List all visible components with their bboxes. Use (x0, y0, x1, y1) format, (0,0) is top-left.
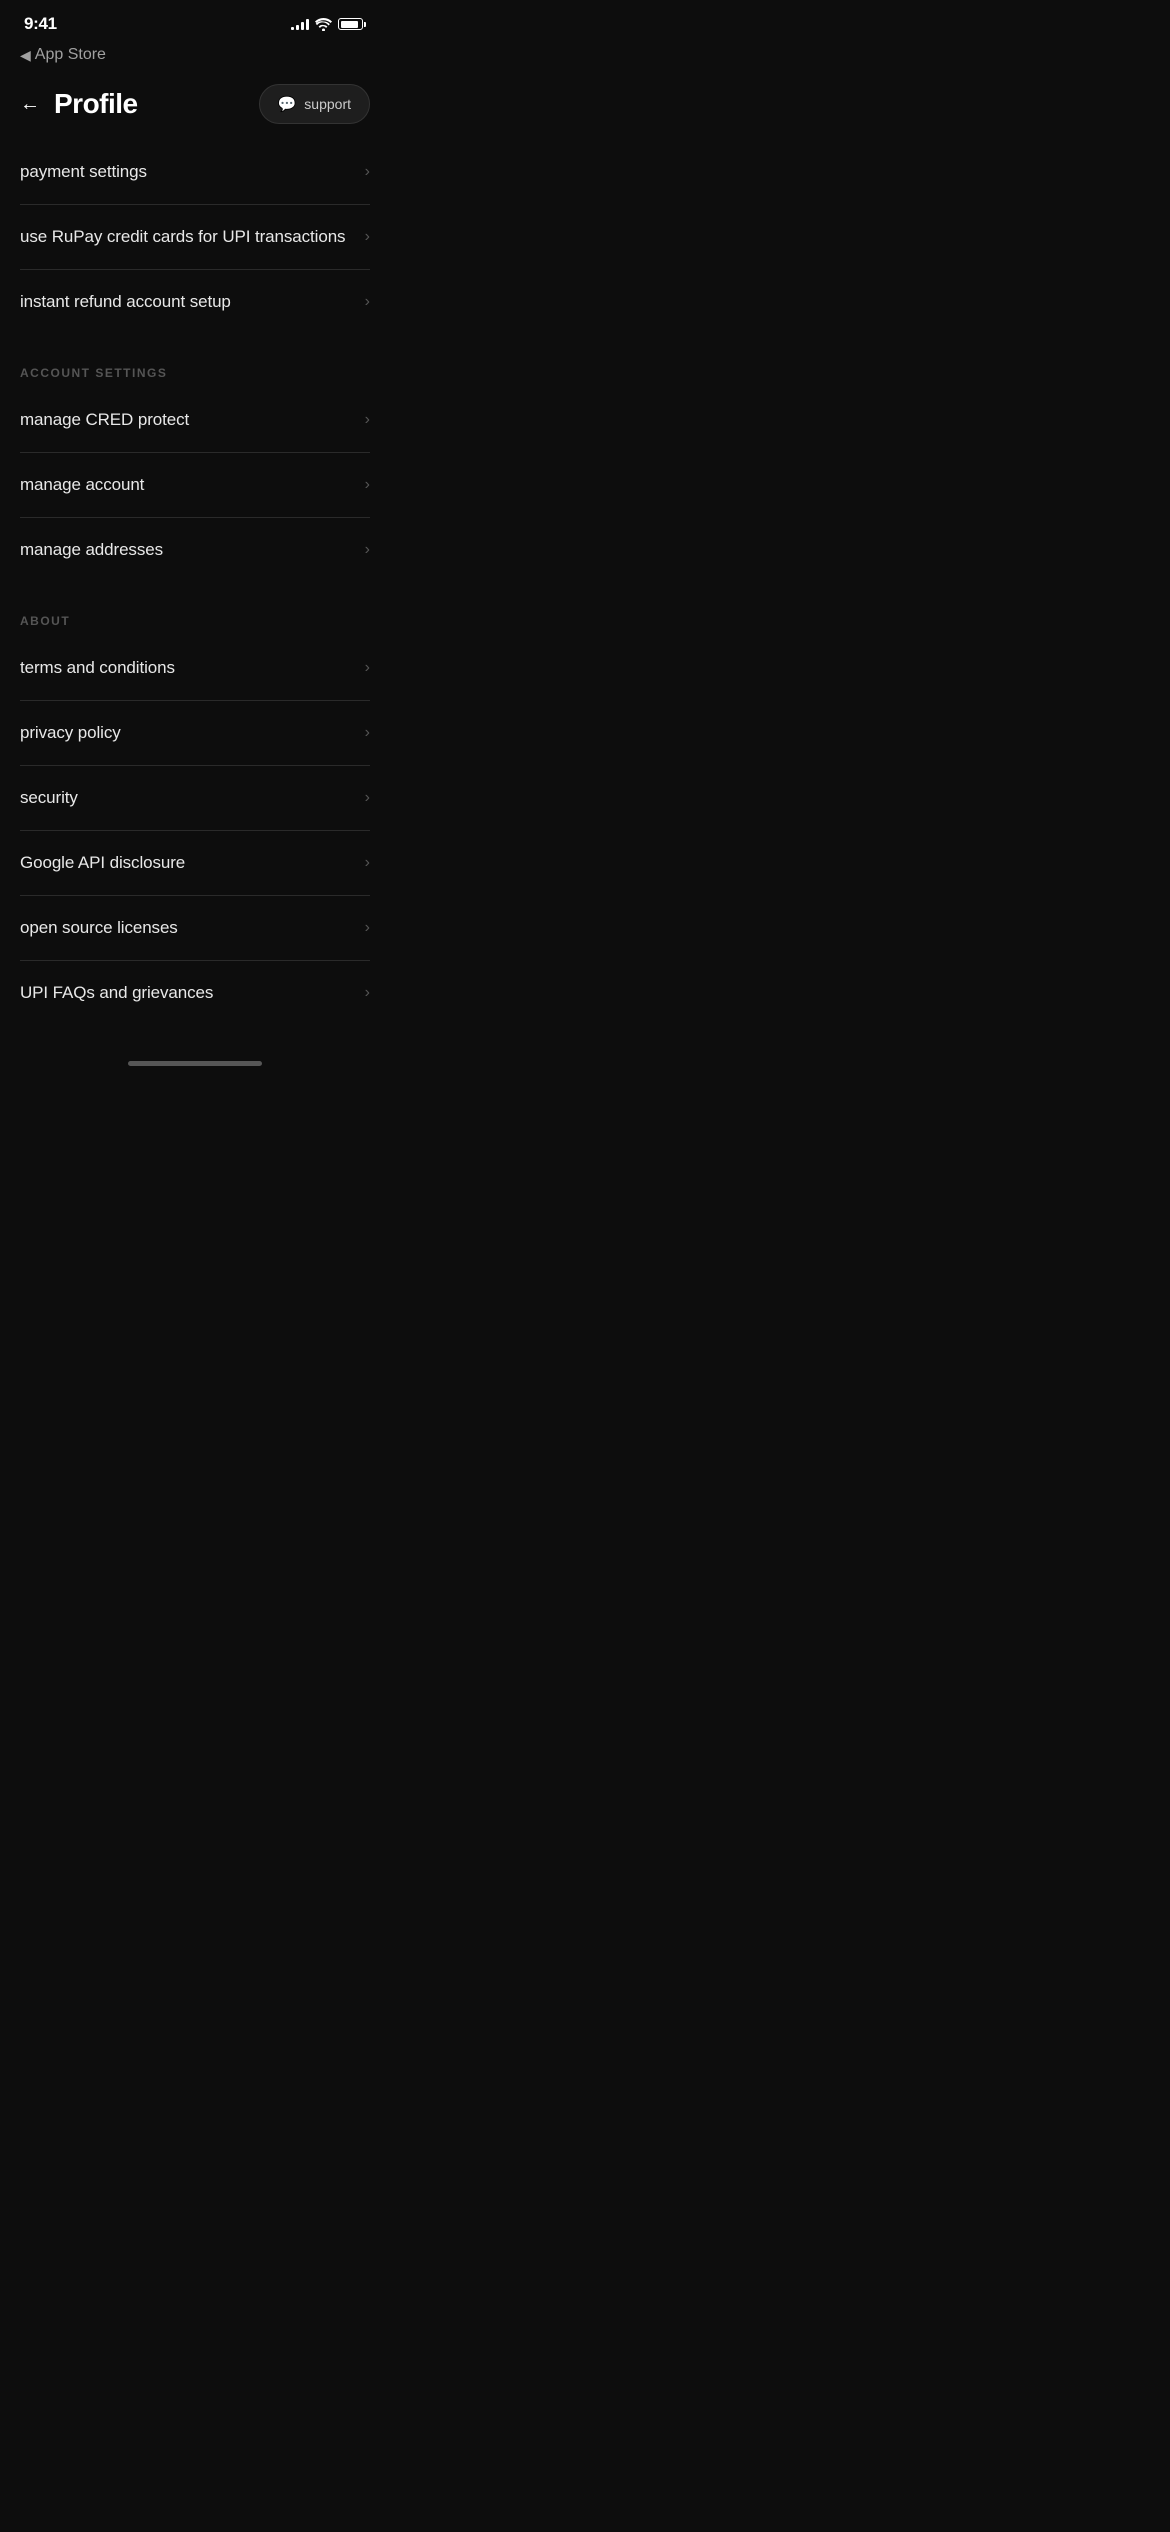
menu-item-label: privacy policy (20, 723, 121, 743)
menu-item-label: manage account (20, 475, 144, 495)
page-header: ← Profile 💬 support (0, 72, 390, 140)
menu-item-privacy[interactable]: privacy policy › (20, 701, 370, 766)
support-label: support (304, 96, 351, 112)
chevron-icon: › (365, 854, 370, 872)
home-indicator (0, 1045, 390, 1074)
appstore-back-arrow: ◀ (20, 47, 31, 64)
status-icons (291, 18, 366, 31)
menu-item-label: manage CRED protect (20, 410, 189, 430)
menu-item-payment-settings[interactable]: payment settings › (20, 140, 370, 205)
menu-item-label: UPI FAQs and grievances (20, 983, 213, 1003)
menu-item-manage-addresses[interactable]: manage addresses › (20, 518, 370, 582)
status-time: 9:41 (24, 14, 57, 34)
menu-item-label: security (20, 788, 78, 808)
battery-icon (338, 18, 366, 30)
menu-item-google-api[interactable]: Google API disclosure › (20, 831, 370, 896)
about-section: ABOUT terms and conditions › privacy pol… (20, 614, 370, 1025)
main-content: payment settings › use RuPay credit card… (0, 140, 390, 1025)
header-left: ← Profile (20, 88, 138, 120)
back-arrow-icon: ← (20, 93, 38, 116)
menu-item-label: open source licenses (20, 918, 178, 938)
signal-icon (291, 18, 309, 30)
menu-item-label: instant refund account setup (20, 292, 231, 312)
chevron-icon: › (365, 724, 370, 742)
chevron-icon: › (365, 789, 370, 807)
appstore-back-label: App Store (35, 46, 106, 64)
menu-item-manage-account[interactable]: manage account › (20, 453, 370, 518)
support-button[interactable]: 💬 support (259, 84, 370, 124)
back-button[interactable]: ← (20, 93, 38, 116)
menu-item-terms[interactable]: terms and conditions › (20, 636, 370, 701)
menu-item-label: payment settings (20, 162, 147, 182)
support-chat-icon: 💬 (278, 95, 297, 113)
chevron-icon: › (365, 163, 370, 181)
chevron-icon: › (365, 984, 370, 1002)
menu-item-cred-protect[interactable]: manage CRED protect › (20, 388, 370, 453)
menu-item-label: use RuPay credit cards for UPI transacti… (20, 227, 345, 247)
payment-section-items: payment settings › use RuPay credit card… (20, 140, 370, 334)
chevron-icon: › (365, 476, 370, 494)
chevron-icon: › (365, 541, 370, 559)
menu-item-instant-refund[interactable]: instant refund account setup › (20, 270, 370, 334)
about-section-title: ABOUT (20, 614, 370, 636)
menu-item-security[interactable]: security › (20, 766, 370, 831)
account-settings-section: ACCOUNT SETTINGS manage CRED protect › m… (20, 366, 370, 582)
menu-item-label: Google API disclosure (20, 853, 185, 873)
menu-item-label: manage addresses (20, 540, 163, 560)
chevron-icon: › (365, 228, 370, 246)
chevron-icon: › (365, 919, 370, 937)
appstore-back[interactable]: ◀ App Store (0, 42, 390, 72)
account-settings-section-title: ACCOUNT SETTINGS (20, 366, 370, 388)
wifi-icon (315, 18, 332, 31)
menu-item-upi-faqs[interactable]: UPI FAQs and grievances › (20, 961, 370, 1025)
menu-item-label: terms and conditions (20, 658, 175, 678)
menu-item-rupay-credit[interactable]: use RuPay credit cards for UPI transacti… (20, 205, 370, 270)
chevron-icon: › (365, 659, 370, 677)
chevron-icon: › (365, 293, 370, 311)
chevron-icon: › (365, 411, 370, 429)
menu-item-open-source[interactable]: open source licenses › (20, 896, 370, 961)
status-bar: 9:41 (0, 0, 390, 42)
home-indicator-bar (128, 1061, 262, 1066)
page-title: Profile (54, 88, 138, 120)
